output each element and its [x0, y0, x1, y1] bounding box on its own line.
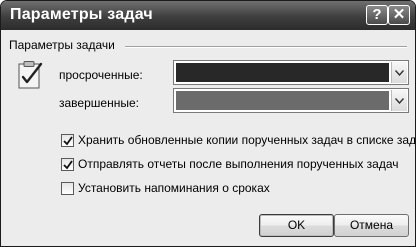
completed-color-swatch: [176, 91, 389, 110]
checkmark-icon: [63, 160, 73, 170]
task-options-dialog: Параметры задач ? ✕ Параметры задачи про…: [0, 0, 416, 247]
chevron-down-icon: [395, 98, 404, 104]
group-divider: [125, 46, 407, 48]
send-reports-checkbox[interactable]: [61, 158, 74, 171]
keep-copies-checkbox[interactable]: [61, 134, 74, 147]
set-reminders-label: Установить напоминания о сроках: [78, 181, 270, 195]
set-reminders-checkbox[interactable]: [61, 182, 74, 195]
completed-color-select[interactable]: [173, 88, 409, 113]
ok-button[interactable]: OK: [259, 214, 334, 237]
completed-label: завершенные:: [59, 96, 139, 110]
overdue-dropdown-arrow[interactable]: [391, 62, 407, 83]
close-button[interactable]: ✕: [388, 5, 410, 25]
title-bar: Параметры задач ? ✕: [1, 1, 415, 30]
group-label: Параметры задачи: [9, 38, 115, 52]
send-reports-label: Отправлять отчеты после выполнения поруч…: [78, 157, 399, 171]
overdue-color-swatch: [176, 63, 389, 82]
overdue-color-select[interactable]: [173, 60, 409, 85]
cancel-button[interactable]: Отмена: [334, 214, 409, 237]
checkmark-icon: [63, 136, 73, 146]
help-button[interactable]: ?: [366, 5, 388, 25]
chevron-down-icon: [395, 70, 404, 76]
dialog-title: Параметры задач: [10, 6, 153, 23]
completed-dropdown-arrow[interactable]: [391, 90, 407, 111]
overdue-label: просроченные:: [59, 68, 143, 82]
task-clipboard-icon: [18, 61, 43, 89]
keep-copies-label: Хранить обновленные копии порученных зад…: [78, 133, 416, 147]
